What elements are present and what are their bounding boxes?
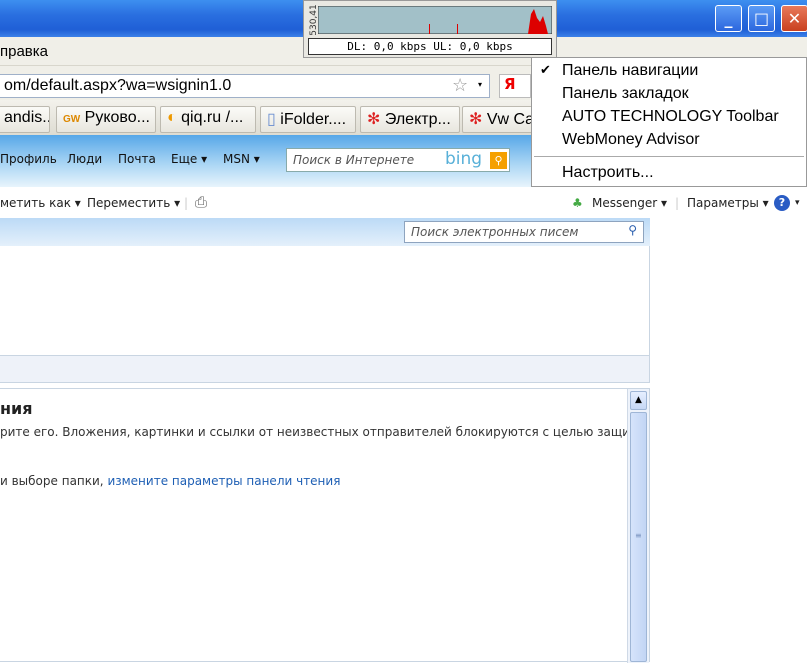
params-button[interactable]: Параметры ▾ [687,196,769,210]
web-search-input[interactable]: Поиск в Интернете bing ⚲ [286,148,510,172]
close-button[interactable]: ✕ [781,5,807,32]
meter-status: DL: 0,0 kbps UL: 0,0 kbps [308,38,552,55]
gw-icon: GW [63,114,81,125]
mail-search-input[interactable]: Поиск электронных писем ⚲ [404,221,644,243]
maximize-button[interactable]: □ [748,5,775,32]
help-icon[interactable]: ? [774,195,790,211]
nav-more[interactable]: Еще ▾ [171,152,207,166]
chevron-down-icon[interactable]: ▾ [795,198,800,208]
scroll-up-button[interactable]: ▲ [630,391,647,410]
mail-list-header: Поиск электронных писем ⚲ [0,218,650,246]
dropdown-icon[interactable]: ▾ [478,80,482,89]
scroll-thumb[interactable]: ≡ [630,412,647,662]
mail-toolbar: метить как ▾ Переместить ▾ | ⎙ ♣ Messeng… [0,187,807,218]
net-meter: 530,41 DL: 0,0 kbps UL: 0,0 kbps [303,0,557,58]
reading-pane: ния рите его. Вложения, картинки и ссылк… [0,388,650,663]
minimize-button[interactable]: _ [715,5,742,32]
menu-item-webmoney-advisor[interactable]: WebMoney Advisor [562,131,700,149]
menu-separator [534,156,804,157]
yandex-logo: Я [504,75,516,93]
bing-logo: bing [445,149,483,169]
bookmark[interactable]: ◐ qiq.ru /... [160,106,256,133]
flower-icon: ✻ [367,111,381,128]
move-button[interactable]: Переместить ▾ [87,196,180,210]
nav-profile[interactable]: Профиль [0,152,57,166]
bookmark[interactable]: GW Руково... [56,106,156,133]
nav-mail[interactable]: Почта [118,152,156,166]
menu-item-bookmarks-bar[interactable]: Панель закладок [562,85,689,103]
yandex-button[interactable]: Я [499,74,531,98]
message-list [0,246,650,356]
menu-item-navigation-bar[interactable]: Панель навигации [562,62,698,80]
messenger-button[interactable]: Messenger ▾ [592,196,667,210]
flower-icon: ✻ [469,111,483,128]
bookmark[interactable]: ✻ Vw Ca [462,106,542,133]
messenger-icon: ♣ [572,196,583,210]
address-input[interactable]: om/default.aspx?wa=wsignin1.0 [0,74,490,98]
divider: | [675,196,680,210]
qiq-icon: ◐ [167,109,177,126]
nav-msn[interactable]: MSN ▾ [223,152,260,166]
page-icon: ▯ [267,111,276,128]
menu-item-customize[interactable]: Настроить... [562,164,654,182]
print-icon[interactable]: ⎙ [195,193,207,211]
search-icon[interactable]: ⚲ [628,223,637,237]
nav-people[interactable]: Люди [67,152,102,166]
reading-pane-settings-link[interactable]: измените параметры панели чтения [107,474,340,488]
menu-help[interactable]: правка [0,43,48,60]
scrollbar[interactable]: ▲ ≡ [627,389,649,663]
pane-text-2: и выборе папки, измените параметры панел… [0,474,341,488]
divider: | [184,196,189,210]
traffic-graph [318,6,552,34]
bookmark[interactable]: andis... [0,106,50,133]
search-icon[interactable]: ⚲ [490,152,507,169]
star-icon[interactable]: ☆ [452,75,468,96]
mark-as-button[interactable]: метить как ▾ [0,196,81,210]
toolbar-context-menu: ✔ Панель навигации Панель закладок AUTO … [531,57,807,187]
pane-title: ния [0,399,33,418]
menu-item-auto-technology-toolbar[interactable]: AUTO TECHNOLOGY Toolbar [562,108,779,126]
check-icon: ✔ [540,62,551,77]
pane-text: рите его. Вложения, картинки и ссылки от… [0,425,647,439]
url-text: om/default.aspx?wa=wsignin1.0 [4,77,232,94]
bookmark[interactable]: ✻ Электр... [360,106,460,133]
list-footer [0,355,650,383]
bookmark[interactable]: ▯ iFolder.... [260,106,356,133]
